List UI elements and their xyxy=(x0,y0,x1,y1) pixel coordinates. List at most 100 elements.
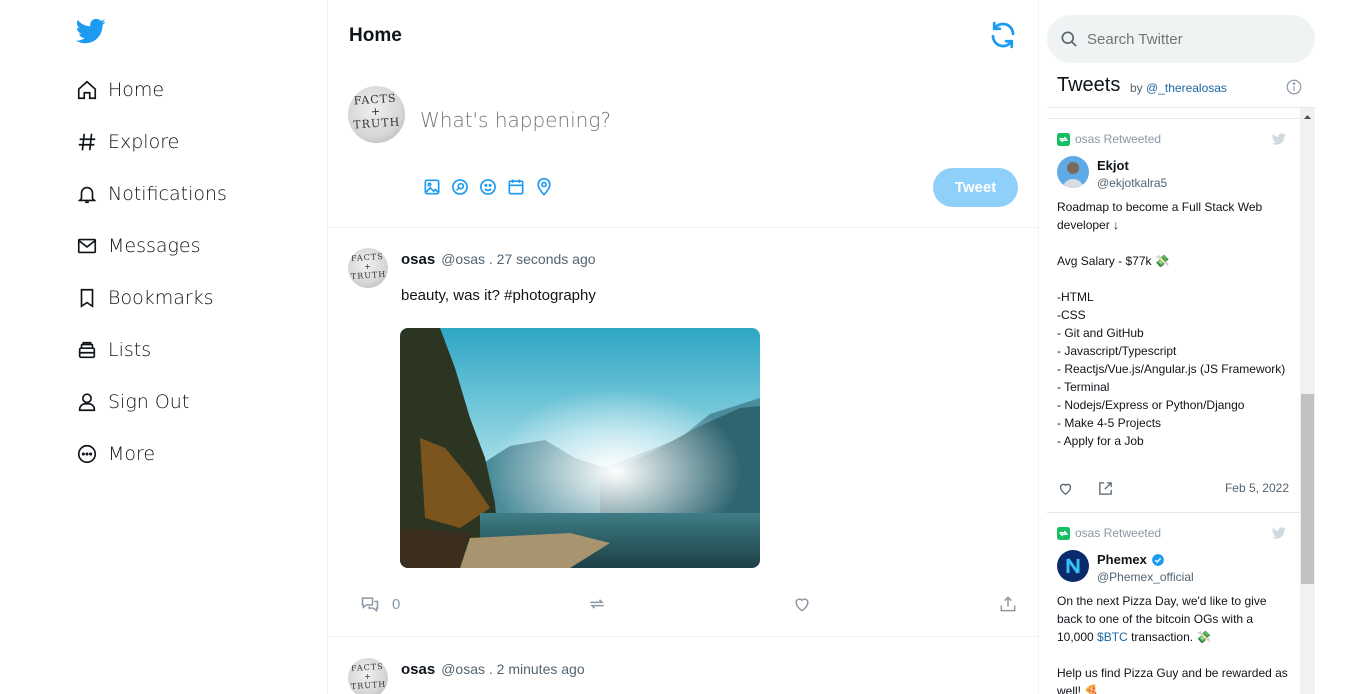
nav-item-lists[interactable]: Lists xyxy=(76,332,151,368)
search-box[interactable] xyxy=(1047,15,1315,63)
timeline-scrollbar[interactable] xyxy=(1300,108,1315,694)
tweet-line: - Git and GitHub xyxy=(1057,326,1144,340)
embed-byline: by @_therealosas xyxy=(1130,81,1227,95)
tweet-line: - Javascript/Typescript xyxy=(1057,344,1177,358)
embed-by-label: by xyxy=(1130,81,1143,95)
tweet-line: - Make 4-5 Projects xyxy=(1057,416,1162,430)
user-name[interactable]: Phemex xyxy=(1097,552,1165,567)
tweet-line: -HTML xyxy=(1057,290,1094,304)
embedded-timeline[interactable]: osas Retweeted Ekjot @ekjotkalra5 Roadma… xyxy=(1047,108,1315,694)
twitter-logo-icon[interactable] xyxy=(74,16,108,46)
nav-item-sign-out[interactable]: Sign Out xyxy=(76,384,189,420)
reply-button[interactable]: 0 xyxy=(360,594,400,614)
heart-icon[interactable] xyxy=(1057,480,1074,497)
embed-title: Tweets xyxy=(1057,74,1121,96)
twitter-bird-icon[interactable] xyxy=(1271,526,1287,540)
tweet-line xyxy=(1057,270,1293,288)
post-meta: @osas . 27 seconds ago xyxy=(441,251,596,267)
nav-item-notifications[interactable]: Notifications xyxy=(76,176,227,212)
nav-item-more[interactable]: More xyxy=(76,436,155,472)
right-sidebar: Tweets by @_therealosas osas Retweeted E… xyxy=(1039,0,1366,694)
user-handle[interactable]: @ekjotkalra5 xyxy=(1097,176,1167,190)
bookmark-icon xyxy=(80,288,94,308)
retweet-button[interactable] xyxy=(587,594,607,614)
scrollbar-thumb[interactable] xyxy=(1301,394,1314,584)
app: Home Explore Notifications Messages Book… xyxy=(0,0,1366,694)
post-avatar[interactable]: FACTS + TRUTH xyxy=(348,658,388,694)
cashtag-link[interactable]: $BTC xyxy=(1097,630,1128,644)
comment-icon xyxy=(361,597,379,613)
page-title: Home xyxy=(349,25,402,46)
post-actions: 0 xyxy=(328,594,1038,616)
tweet-text: transaction. 💸 xyxy=(1127,630,1212,644)
nav-item-bookmarks[interactable]: Bookmarks xyxy=(76,280,214,316)
compose-input[interactable] xyxy=(420,108,980,132)
emoji-icon[interactable] xyxy=(478,177,498,197)
avatar-text: FACTS + TRUTH xyxy=(350,251,387,282)
search-input[interactable] xyxy=(1087,30,1287,48)
avatar-text: FACTS + TRUTH xyxy=(352,91,401,132)
nav-item-messages[interactable]: Messages xyxy=(76,228,201,264)
person-icon xyxy=(78,393,96,412)
hashtag-icon xyxy=(78,133,96,151)
retweet-label: osas Retweeted xyxy=(1075,132,1162,146)
post-author-name[interactable]: osas xyxy=(401,661,435,678)
embed-handle-link[interactable]: @_therealosas xyxy=(1146,81,1227,95)
post-header: osas @osas . 27 seconds ago xyxy=(401,251,596,268)
embedded-tweet[interactable]: osas Retweeted Phemex @Phemex_official O… xyxy=(1047,512,1300,694)
phemex-logo-icon xyxy=(1066,558,1080,574)
tweet-line: - Nodejs/Express or Python/Django xyxy=(1057,398,1245,412)
image-icon[interactable] xyxy=(422,177,442,197)
post-avatar[interactable]: FACTS + TRUTH xyxy=(348,248,388,288)
user-handle[interactable]: @Phemex_official xyxy=(1097,570,1194,584)
compose-toolbar xyxy=(422,177,562,197)
tweet-button[interactable]: Tweet xyxy=(933,168,1018,207)
tweet-paragraph: On the next Pizza Day, we'd like to give… xyxy=(1057,592,1293,646)
nav-item-home[interactable]: Home xyxy=(76,72,164,108)
location-icon[interactable] xyxy=(534,177,554,197)
user-photo xyxy=(1063,162,1083,188)
nav-item-label: More xyxy=(108,443,156,465)
schedule-icon[interactable] xyxy=(506,177,526,197)
nav-item-label: Notifications xyxy=(108,183,227,205)
home-icon xyxy=(77,80,97,100)
bell-icon xyxy=(77,186,97,204)
tweet-line: - Reactjs/Vue.js/Angular.js (JS Framewor… xyxy=(1057,362,1286,376)
landscape-photo xyxy=(400,328,760,568)
post-meta: @osas . 2 minutes ago xyxy=(441,661,585,677)
tweet-date[interactable]: Feb 5, 2022 xyxy=(1225,481,1289,495)
retweet-indicator: osas Retweeted xyxy=(1057,526,1161,540)
search-icon xyxy=(1061,31,1077,47)
divider xyxy=(328,227,1038,228)
nav-item-explore[interactable]: Explore xyxy=(76,124,179,160)
share-icon[interactable] xyxy=(1097,480,1114,497)
tweet-line: - Apply for a Job xyxy=(1057,434,1144,448)
info-icon[interactable] xyxy=(1285,78,1303,96)
embedded-tweet-actions: Feb 5, 2022 xyxy=(1057,480,1289,498)
main-feed: Home FACTS + TRUTH Tweet FACTS + TRUTH o… xyxy=(327,0,1039,694)
tweet-body: Roadmap to become a Full Stack Web devel… xyxy=(1057,198,1293,450)
post-image[interactable] xyxy=(400,328,760,568)
nav-item-label: Messages xyxy=(108,235,201,257)
post-text: beauty, was it? #photography xyxy=(401,287,596,304)
avatar[interactable] xyxy=(1057,156,1089,188)
like-button[interactable] xyxy=(792,594,812,614)
nav-item-label: Home xyxy=(108,79,165,101)
avatar-text: FACTS + TRUTH xyxy=(350,661,387,692)
tweet-line: Roadmap to become a Full Stack Web devel… xyxy=(1057,200,1263,232)
refresh-icon[interactable] xyxy=(988,20,1018,50)
post-author-name[interactable]: osas xyxy=(401,251,435,268)
twitter-bird-icon[interactable] xyxy=(1271,132,1287,146)
tweet-line: Help us find Pizza Guy and be rewarded a… xyxy=(1057,666,1288,694)
gif-search-icon[interactable] xyxy=(450,177,470,197)
share-button[interactable] xyxy=(998,594,1018,614)
retweet-badge-icon xyxy=(1057,526,1070,540)
scroll-up-arrow-icon[interactable] xyxy=(1300,112,1315,122)
user-name[interactable]: Ekjot xyxy=(1097,158,1129,173)
heart-icon xyxy=(795,598,809,612)
avatar[interactable] xyxy=(1057,550,1089,582)
nav-item-label: Bookmarks xyxy=(108,287,214,309)
embedded-tweet[interactable]: osas Retweeted Ekjot @ekjotkalra5 Roadma… xyxy=(1047,118,1300,512)
divider xyxy=(328,636,1038,637)
nav-item-label: Sign Out xyxy=(108,391,190,413)
